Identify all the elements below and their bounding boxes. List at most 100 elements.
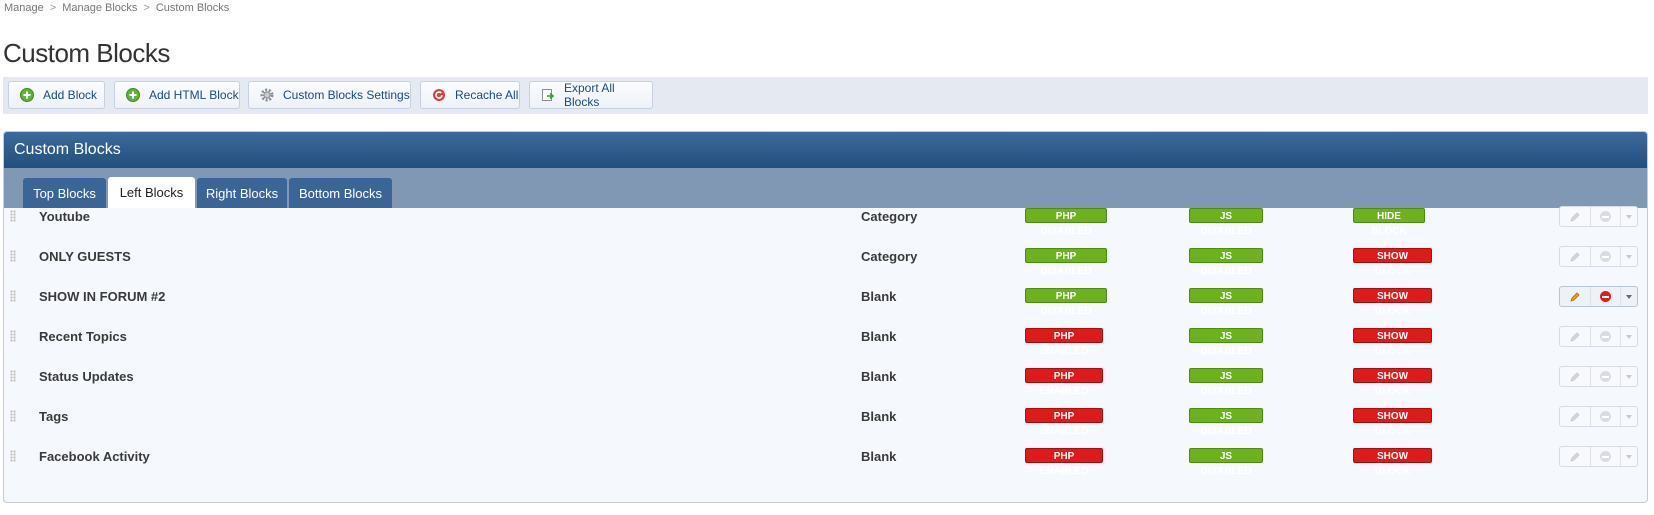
row-actions [1559,246,1638,267]
row-actions [1559,446,1638,467]
drag-handle-icon[interactable] [10,410,16,422]
edit-button[interactable] [1560,207,1591,226]
delete-button[interactable] [1591,327,1621,346]
chevron-down-icon [1626,214,1632,219]
remove-circle-icon [1599,291,1611,302]
breadcrumb: Manage > Manage Blocks > Custom Blocks [4,2,230,14]
js-status-badge[interactable]: JS DISABLED [1189,208,1263,237]
breadcrumb-manage-blocks[interactable]: Manage Blocks [62,2,137,14]
js-status-badge[interactable]: JS DISABLED [1189,248,1263,277]
block-title[interactable]: Facebook Activity [39,449,150,464]
visibility-badge[interactable]: SHOW BLOCK [1353,288,1432,317]
drag-handle-icon[interactable] [10,210,16,222]
delete-button[interactable] [1591,367,1621,386]
table-row: ONLY GUESTS Category PHP DISABLED JS DISABL… [4,236,1647,278]
js-status-badge[interactable]: JS DISABLED [1189,408,1263,437]
drag-handle-icon[interactable] [10,450,16,462]
delete-button[interactable] [1591,247,1621,266]
block-title[interactable]: ONLY GUESTS [39,249,131,264]
edit-button[interactable] [1560,407,1591,426]
more-actions-dropdown[interactable] [1621,367,1637,386]
edit-button[interactable] [1560,447,1591,466]
table-row: Facebook Activity Blank PHP ENABLED JS DISA… [4,436,1647,478]
add-block-label: Add Block [43,88,98,102]
block-title[interactable]: Tags [39,409,68,424]
block-title[interactable]: Status Updates [39,369,134,384]
block-type: Blank [861,289,897,304]
delete-button[interactable] [1591,407,1621,426]
block-title[interactable]: SHOW IN FORUM #2 [39,289,165,304]
js-status-badge[interactable]: JS DISABLED [1189,288,1263,317]
js-status-badge[interactable]: JS DISABLED [1189,368,1263,397]
remove-circle-icon [1599,211,1611,222]
remove-circle-icon [1599,331,1611,342]
more-actions-dropdown[interactable] [1621,327,1637,346]
php-status-badge[interactable]: PHP DISABLED [1025,248,1107,277]
edit-button[interactable] [1560,287,1591,306]
visibility-badge[interactable]: SHOW BLOCK [1353,328,1432,357]
recache-all-button[interactable]: Recache All [420,81,520,109]
chevron-down-icon [1626,254,1632,259]
php-status-badge[interactable]: PHP ENABLED [1025,328,1103,357]
block-title[interactable]: Youtube [39,209,90,224]
pencil-icon [1570,291,1580,302]
delete-button[interactable] [1591,207,1621,226]
more-actions-dropdown[interactable] [1621,447,1637,466]
row-actions [1559,326,1638,347]
chevron-down-icon [1626,454,1632,459]
breadcrumb-custom-blocks: Custom Blocks [155,2,230,14]
block-type: Category [861,209,918,224]
toolbar: Add Block Add HTML Block Custom Blocks S… [3,77,1648,114]
visibility-badge[interactable]: SHOW BLOCK [1353,248,1432,277]
block-type: Blank [861,409,897,424]
table-row: Status Updates Blank PHP ENABLED JS DISABLE… [4,356,1647,398]
add-html-block-label: Add HTML Block [149,88,239,102]
more-actions-dropdown[interactable] [1621,287,1637,306]
block-title[interactable]: Recent Topics [39,329,127,344]
drag-handle-icon[interactable] [10,330,16,342]
pencil-icon [1570,331,1580,342]
js-status-badge[interactable]: JS DISABLED [1189,328,1263,357]
edit-button[interactable] [1560,247,1591,266]
pencil-icon [1570,371,1580,382]
row-actions [1559,406,1638,427]
php-status-badge[interactable]: PHP ENABLED [1025,448,1103,477]
edit-button[interactable] [1560,367,1591,386]
recache-all-label: Recache All [455,88,519,102]
plus-circle-icon [126,88,140,102]
row-actions [1559,366,1638,387]
row-actions [1559,206,1638,227]
visibility-badge[interactable]: HIDE BLOCK [1353,208,1425,237]
add-block-button[interactable]: Add Block [8,81,105,109]
php-status-badge[interactable]: PHP DISABLED [1025,288,1107,317]
php-status-badge[interactable]: PHP ENABLED [1025,408,1103,437]
js-status-badge[interactable]: JS DISABLED [1189,448,1263,477]
edit-button[interactable] [1560,327,1591,346]
add-html-block-button[interactable]: Add HTML Block [114,81,240,109]
export-all-blocks-button[interactable]: Export All Blocks [529,81,653,109]
row-actions [1559,286,1638,307]
php-status-badge[interactable]: PHP ENABLED [1025,368,1103,397]
block-type: Blank [861,449,897,464]
drag-handle-icon[interactable] [10,370,16,382]
chevron-down-icon [1626,414,1632,419]
chevron-down-icon [1626,374,1632,379]
custom-blocks-settings-button[interactable]: Custom Blocks Settings [248,81,411,109]
table-row: Recent Topics Blank PHP ENABLED JS DISABLED… [4,316,1647,358]
more-actions-dropdown[interactable] [1621,247,1637,266]
more-actions-dropdown[interactable] [1621,407,1637,426]
visibility-badge[interactable]: SHOW BLOCK [1353,448,1432,477]
delete-button[interactable] [1591,287,1621,306]
php-status-badge[interactable]: PHP DISABLED [1025,208,1107,237]
delete-button[interactable] [1591,447,1621,466]
breadcrumb-manage[interactable]: Manage [4,2,44,14]
more-actions-dropdown[interactable] [1621,207,1637,226]
drag-handle-icon[interactable] [10,250,16,262]
visibility-badge[interactable]: SHOW BLOCK [1353,408,1432,437]
drag-handle-icon[interactable] [10,290,16,302]
refresh-icon [432,88,446,102]
panel-title: Custom Blocks [4,132,1647,168]
table-row: SHOW IN FORUM #2 Blank PHP DISABLED JS DISA… [4,276,1647,318]
remove-circle-icon [1599,411,1611,422]
visibility-badge[interactable]: SHOW BLOCK [1353,368,1432,397]
